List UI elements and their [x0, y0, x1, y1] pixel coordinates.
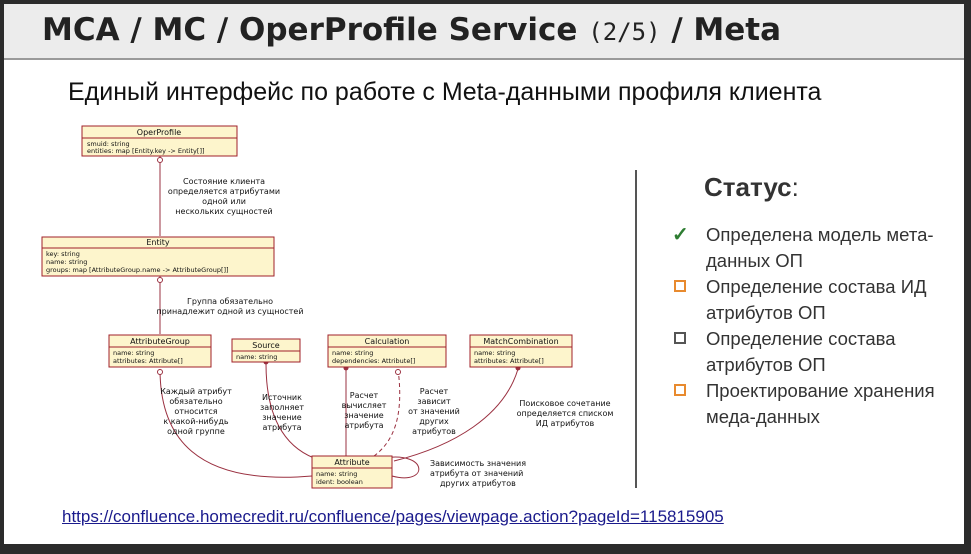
title-main: MCA / MC / OperProfile Service [42, 12, 578, 48]
class-attr: entities: map [Entity.key -> Entity[]] [87, 147, 205, 155]
status-item-pending: Проектирование хранения меда-данных [668, 378, 958, 430]
svg-text:значение: значение [262, 413, 301, 422]
svg-text:нескольких сущностей: нескольких сущностей [175, 207, 272, 216]
uml-class-operprofile: OperProfile smuid: string entities: map … [81, 125, 238, 157]
svg-text:атрибутов: атрибутов [412, 427, 456, 436]
svg-text:Поисковое сочетание: Поисковое сочетание [519, 399, 610, 408]
connector-end-operprofile [157, 157, 163, 163]
svg-text:от значений: от значений [408, 407, 460, 416]
vertical-divider [635, 170, 637, 488]
note-attribute-self: Зависимость значения атрибута от значени… [430, 459, 526, 488]
svg-text:атрибута от значений: атрибута от значений [430, 469, 523, 478]
class-attr: attributes: Attribute[] [474, 357, 544, 365]
connector-end-calc-dep [395, 369, 401, 375]
status-item-text: Определение состава атрибутов ОП [706, 328, 896, 375]
status-item-todo: Определение состава атрибутов ОП [668, 326, 958, 378]
class-attr: ident: boolean [316, 478, 363, 486]
svg-text:Состояние клиента: Состояние клиента [183, 177, 265, 186]
connector-end-entity [157, 277, 163, 283]
svg-text:Источник: Источник [262, 393, 302, 402]
class-name: Source [252, 341, 280, 350]
uml-class-attribute: Attribute name: string ident: boolean [311, 455, 393, 489]
svg-text:ИД атрибутов: ИД атрибутов [536, 419, 595, 428]
title-tail: / Meta [671, 12, 782, 48]
note-calc-attribute: Расчет вычисляет значение атрибута [342, 391, 387, 430]
status-title-colon: : [791, 172, 799, 202]
subtitle: Единый интерфейс по работе с Meta-данным… [68, 78, 822, 106]
uml-class-calculation: Calculation name: string dependencies: A… [327, 334, 447, 368]
slide: MCA / MC / OperProfile Service (2/5) / M… [4, 4, 964, 544]
checkbox-orange-icon [672, 274, 694, 300]
class-attr: name: string [474, 349, 515, 357]
svg-text:атрибута: атрибута [344, 421, 383, 430]
class-name: Entity [146, 238, 170, 247]
svg-text:обязательно: обязательно [169, 397, 222, 406]
class-attr: name: string [332, 349, 373, 357]
svg-text:зависит: зависит [417, 397, 451, 406]
svg-text:определяется атрибутами: определяется атрибутами [168, 187, 280, 196]
note-match-attribute: Поисковое сочетание определяется списком… [517, 399, 614, 428]
status-item-done: ✓ Определена модель мета-данных ОП [668, 222, 958, 274]
uml-class-matchcombination: MatchCombination name: string attributes… [469, 334, 573, 368]
class-attr: groups: map [AttributeGroup.name -> Attr… [46, 266, 229, 274]
class-attr: name: string [316, 470, 357, 478]
status-list: ✓ Определена модель мета-данных ОП Опред… [668, 222, 958, 430]
class-name: Calculation [365, 337, 410, 346]
svg-text:Расчет: Расчет [420, 387, 449, 396]
class-attr: attributes: Attribute[] [113, 357, 183, 365]
uml-class-source: Source name: string [231, 338, 301, 363]
status-title: Статус: [704, 172, 799, 203]
class-name: AttributeGroup [130, 337, 190, 346]
class-name: Attribute [334, 458, 369, 467]
svg-text:Группа обязательно: Группа обязательно [187, 297, 273, 306]
class-name: OperProfile [137, 128, 182, 137]
title-page-count: (2/5) [588, 18, 661, 46]
note-calc-dependency: Расчет зависит от значений других атрибу… [408, 387, 460, 436]
uml-class-attributegroup: AttributeGroup name: string attributes: … [108, 334, 212, 368]
status-title-text: Статус [704, 172, 792, 202]
svg-text:Каждый атрибут: Каждый атрибут [160, 387, 232, 396]
uml-class-diagram: .cls-head { fill:#fdf5cc; stroke:#a0202a… [41, 125, 614, 489]
note-group-attribute: Каждый атрибут обязательно относится к к… [160, 387, 232, 436]
svg-text:заполняет: заполняет [260, 403, 304, 412]
status-item-text: Определена модель мета-данных ОП [706, 224, 934, 271]
svg-text:Зависимость значения: Зависимость значения [430, 459, 526, 468]
svg-text:одной группе: одной группе [167, 427, 225, 436]
class-attr: name: string [46, 258, 87, 266]
svg-text:одной или: одной или [202, 197, 246, 206]
svg-text:относится: относится [174, 407, 217, 416]
svg-text:к какой-нибудь: к какой-нибудь [163, 417, 229, 426]
note-operprofile-entity: Состояние клиента определяется атрибутам… [168, 177, 280, 216]
confluence-link[interactable]: https://confluence.homecredit.ru/conflue… [62, 507, 724, 527]
class-attr: name: string [113, 349, 154, 357]
uml-class-entity: Entity key: string name: string groups: … [41, 236, 275, 277]
svg-text:вычисляет: вычисляет [342, 401, 387, 410]
svg-text:Расчет: Расчет [350, 391, 379, 400]
status-item-text: Проектирование хранения меда-данных [706, 380, 935, 427]
svg-text:определяется списком: определяется списком [517, 409, 614, 418]
status-item-pending: Определение состава ИД атрибутов ОП [668, 274, 958, 326]
connector-end-group [157, 369, 163, 375]
class-name: MatchCombination [483, 337, 558, 346]
title-bar: MCA / MC / OperProfile Service (2/5) / M… [4, 4, 964, 60]
checkbox-orange-icon [672, 378, 694, 404]
note-entity-group: Группа обязательно принадлежит одной из … [156, 297, 303, 316]
class-attr: dependencies: Attribute[] [332, 357, 415, 365]
checkmark-icon: ✓ [672, 224, 689, 246]
note-source-attribute: Источник заполняет значение атрибута [260, 393, 304, 432]
class-attr: key: string [46, 250, 80, 258]
page-title: MCA / MC / OperProfile Service (2/5) / M… [42, 12, 781, 48]
svg-text:других: других [419, 417, 449, 426]
checkbox-gray-icon [672, 326, 694, 352]
svg-text:атрибута: атрибута [262, 423, 301, 432]
svg-text:принадлежит одной из сущностей: принадлежит одной из сущностей [156, 307, 303, 316]
class-attr: name: string [236, 353, 277, 361]
svg-text:значение: значение [344, 411, 383, 420]
svg-text:других атрибутов: других атрибутов [440, 479, 516, 488]
status-item-text: Определение состава ИД атрибутов ОП [706, 276, 927, 323]
